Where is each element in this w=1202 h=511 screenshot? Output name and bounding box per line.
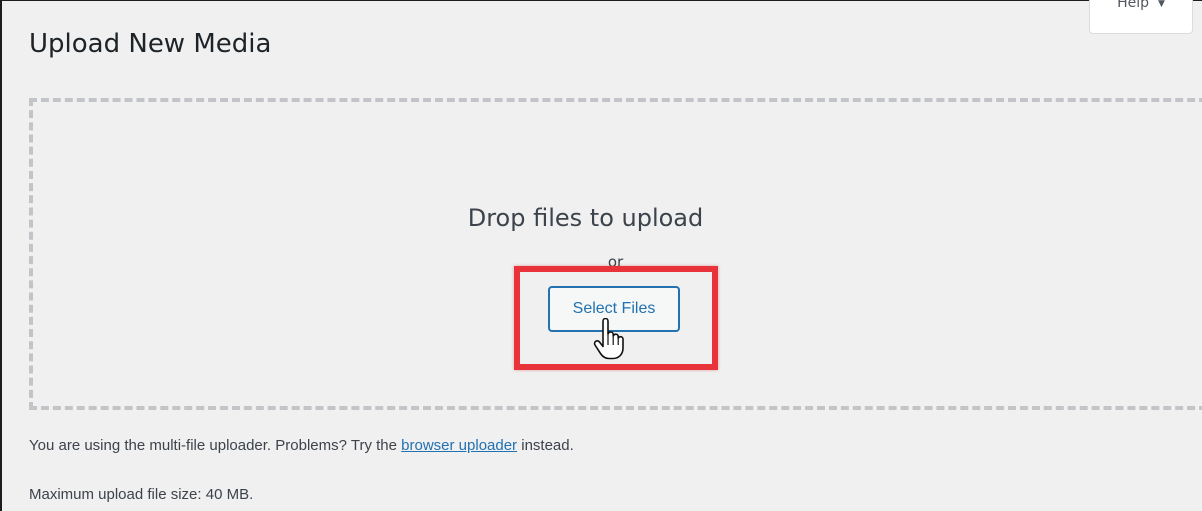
multi-file-uploader-notice: You are using the multi-file uploader. P…	[29, 436, 574, 456]
help-tab-label: Help	[1117, 0, 1149, 11]
browser-uploader-link[interactable]: browser uploader	[401, 437, 517, 454]
help-tab-button[interactable]: Help ▼	[1089, 0, 1193, 34]
multi-uploader-suffix: instead.	[521, 437, 574, 454]
hand-pointer-icon	[593, 318, 624, 360]
drop-instructions: Drop files to upload	[467, 204, 704, 232]
multi-uploader-text: You are using the multi-file uploader. P…	[29, 437, 397, 454]
caret-down-icon: ▼	[1158, 0, 1165, 9]
max-upload-size: Maximum upload file size: 40 MB.	[29, 486, 254, 503]
page-title: Upload New Media	[29, 29, 272, 59]
